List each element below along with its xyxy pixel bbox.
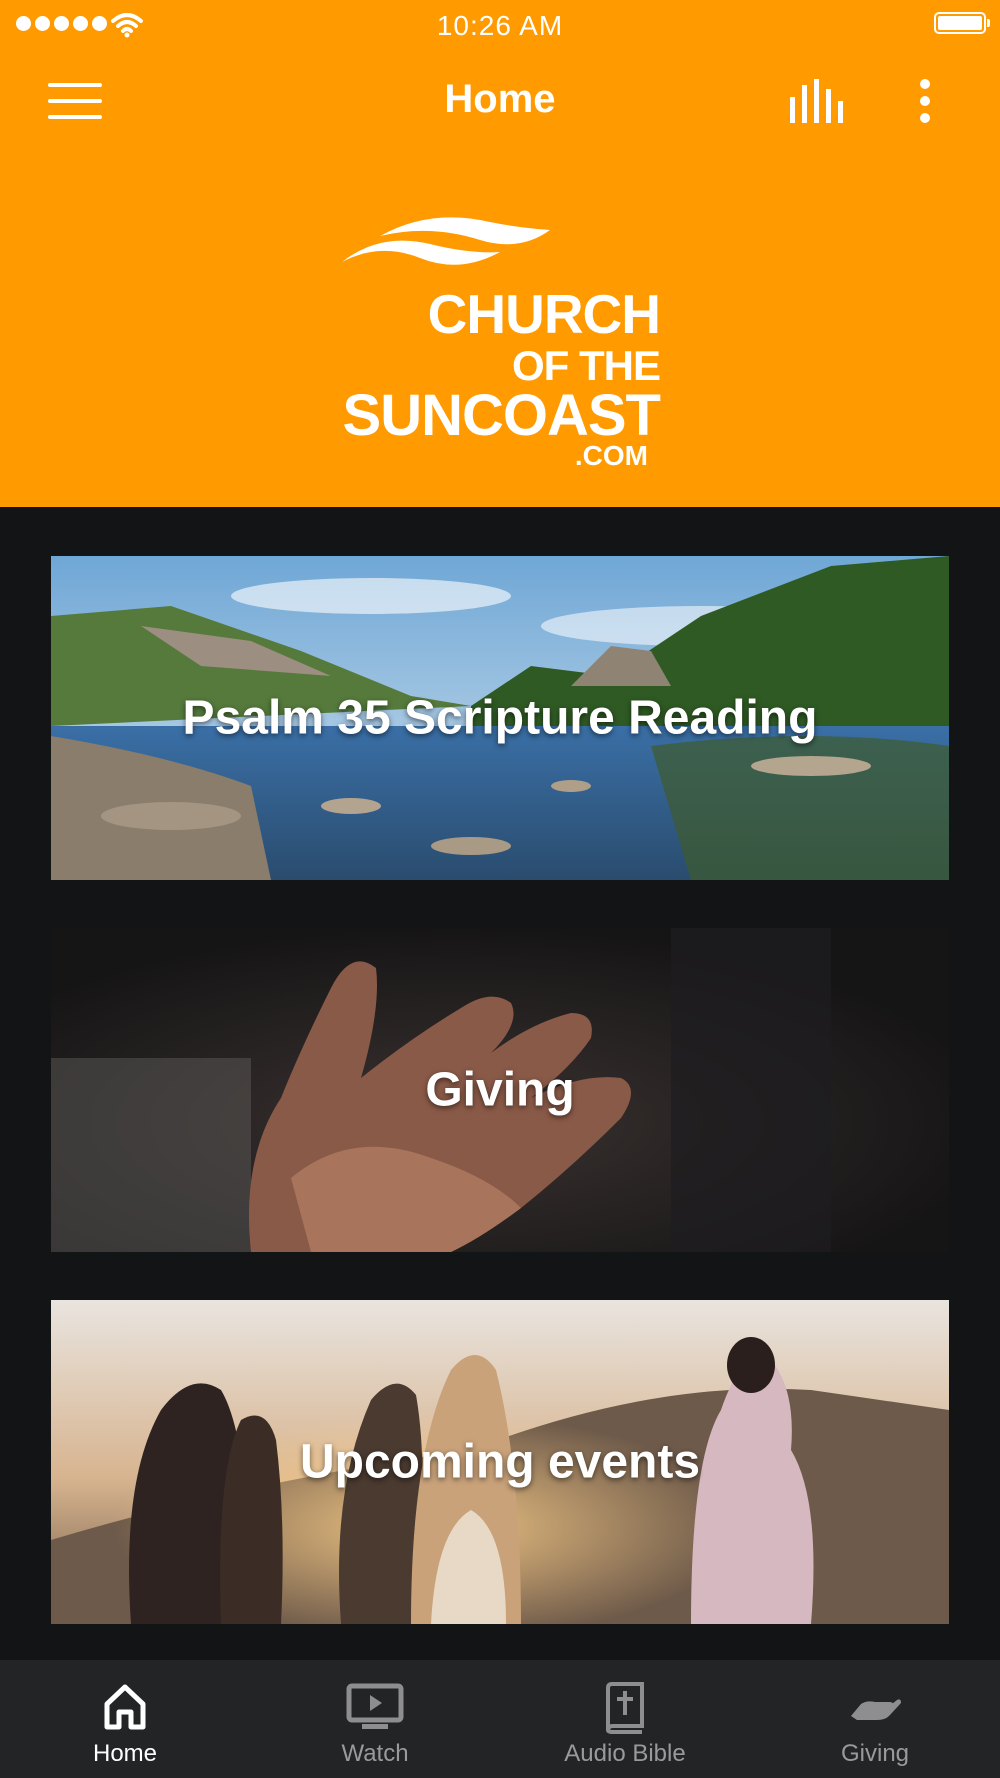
card-events-title: Upcoming events	[299, 1435, 701, 1489]
tab-watch[interactable]: Watch	[250, 1660, 500, 1778]
audio-bars-icon[interactable]	[788, 77, 848, 127]
battery-icon	[934, 12, 990, 34]
tv-icon	[346, 1683, 404, 1729]
tab-home[interactable]: Home	[0, 1660, 250, 1778]
tab-watch-label: Watch	[341, 1740, 409, 1767]
nav-bar: Home	[0, 55, 1000, 150]
tab-giving[interactable]: Giving	[750, 1660, 1000, 1778]
card-giving-title: Giving	[425, 1063, 575, 1117]
status-time: 10:26 AM	[436, 10, 564, 41]
bible-icon	[606, 1682, 644, 1734]
logo-line-1: CHURCH	[427, 283, 661, 345]
page-title: Home	[444, 77, 556, 121]
logo-line-3: SUNCOAST	[342, 383, 661, 448]
card-giving[interactable]: Giving	[51, 928, 949, 1252]
tab-audio-bible-label: Audio Bible	[564, 1740, 686, 1767]
bottom-tab-bar: Home Watch Audio Bible Giving	[0, 1660, 1000, 1778]
logo-wave-icon	[342, 217, 550, 265]
tab-giving-label: Giving	[840, 1740, 910, 1767]
status-bar: 10:26 AM	[0, 0, 1000, 50]
card-psalm-title: Psalm 35 Scripture Reading	[182, 691, 818, 745]
tab-home-label: Home	[92, 1740, 158, 1767]
tab-audio-bible[interactable]: Audio Bible	[500, 1660, 750, 1778]
more-options-icon[interactable]	[910, 73, 940, 133]
card-upcoming-events[interactable]: Upcoming events	[51, 1300, 949, 1624]
logo-line-4: .COM	[574, 440, 648, 471]
church-logo: CHURCH OF THE SUNCOAST .COM	[340, 212, 661, 472]
home-icon	[104, 1684, 146, 1730]
giving-hand-icon	[851, 1699, 901, 1720]
card-psalm-reading[interactable]: Psalm 35 Scripture Reading	[51, 556, 949, 880]
